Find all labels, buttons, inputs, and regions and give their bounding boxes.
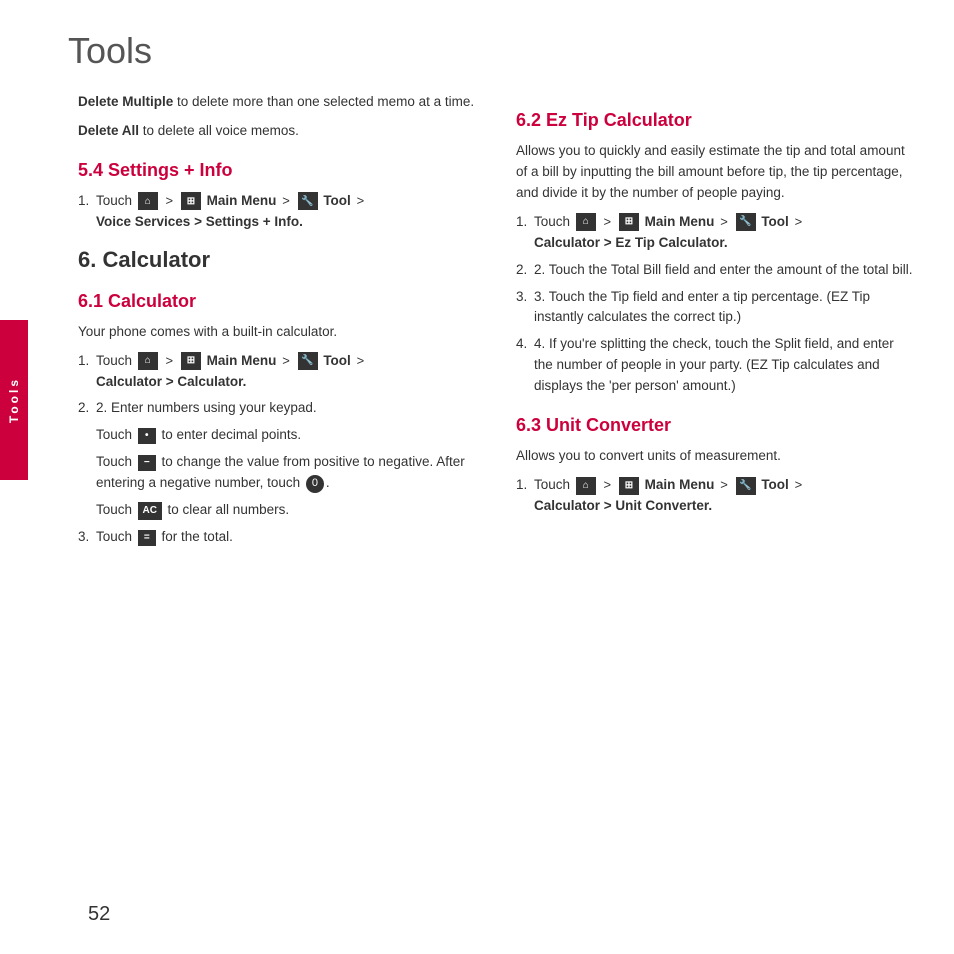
- home-icon: ⌂: [138, 192, 158, 210]
- page-title: Tools: [28, 0, 954, 92]
- page-number: 52: [88, 903, 110, 926]
- main-menu-icon: ⊞: [181, 192, 201, 210]
- page: Tools Tools Delete Multiple to delete mo…: [0, 0, 954, 954]
- sidebar-tab: Tools: [0, 320, 28, 480]
- zero-icon: 0: [306, 475, 324, 493]
- delete-all-bold: Delete All: [78, 123, 139, 138]
- minus-icon: −: [138, 455, 156, 471]
- home-icon-62: ⌂: [576, 213, 596, 231]
- section-54-step1: 1. Touch ⌂ > ⊞ Main Menu > 🔧 Tool > Voic…: [78, 191, 476, 233]
- section-6-heading: 6. Calculator: [78, 247, 476, 273]
- right-column: 6.2 Ez Tip Calculator Allows you to quic…: [496, 92, 924, 954]
- section-62-step1: 1. Touch ⌂ > ⊞ Main Menu > 🔧 Tool > Calc…: [516, 212, 914, 254]
- mainmenu-icon-63: ⊞: [619, 477, 639, 495]
- section-63-heading: 6.3 Unit Converter: [516, 415, 914, 436]
- section-61-sub1: Touch • to enter decimal points.: [96, 425, 476, 446]
- section-62-intro: Allows you to quickly and easily estimat…: [516, 141, 914, 204]
- section-63-intro: Allows you to convert units of measureme…: [516, 446, 914, 467]
- dot-icon: •: [138, 428, 156, 444]
- mainmenu-icon-61: ⊞: [181, 352, 201, 370]
- section-62-step2: 2. 2. Touch the Total Bill field and ent…: [516, 260, 914, 281]
- tool-icon: 🔧: [298, 192, 318, 210]
- sidebar-label: Tools: [7, 377, 21, 423]
- columns: Delete Multiple to delete more than one …: [28, 92, 954, 954]
- section-62-step4: 4. 4. If you're splitting the check, tou…: [516, 334, 914, 397]
- section-61-heading: 6.1 Calculator: [78, 291, 476, 312]
- section-61-step2: 2. 2. Enter numbers using your keypad.: [78, 398, 476, 419]
- left-column: Delete Multiple to delete more than one …: [58, 92, 496, 954]
- equals-icon: =: [138, 530, 156, 546]
- delete-multiple-text: Delete Multiple to delete more than one …: [78, 92, 476, 113]
- mainmenu-icon-62: ⊞: [619, 213, 639, 231]
- tool-icon-61: 🔧: [298, 352, 318, 370]
- tool-icon-63: 🔧: [736, 477, 756, 495]
- section-54-heading: 5.4 Settings + Info: [78, 160, 476, 181]
- ac-icon: AC: [138, 502, 162, 520]
- main-content: Tools Delete Multiple to delete more tha…: [28, 0, 954, 954]
- delete-multiple-bold: Delete Multiple: [78, 94, 173, 109]
- section-61-step3: 3. Touch = for the total.: [78, 527, 476, 548]
- home-icon-63: ⌂: [576, 477, 596, 495]
- section-62-step3: 3. 3. Touch the Tip field and enter a ti…: [516, 287, 914, 329]
- section-61-sub3: Touch AC to clear all numbers.: [96, 500, 476, 521]
- home-icon-61: ⌂: [138, 352, 158, 370]
- delete-all-text: Delete All to delete all voice memos.: [78, 121, 476, 142]
- tool-icon-62: 🔧: [736, 213, 756, 231]
- section-62-heading: 6.2 Ez Tip Calculator: [516, 110, 914, 131]
- section-61-step1: 1. Touch ⌂ > ⊞ Main Menu > 🔧 Tool > Calc…: [78, 351, 476, 393]
- section-63-step1: 1. Touch ⌂ > ⊞ Main Menu > 🔧 Tool > Calc…: [516, 475, 914, 517]
- section-61-sub2: Touch − to change the value from positiv…: [96, 452, 476, 494]
- section-61-intro: Your phone comes with a built-in calcula…: [78, 322, 476, 343]
